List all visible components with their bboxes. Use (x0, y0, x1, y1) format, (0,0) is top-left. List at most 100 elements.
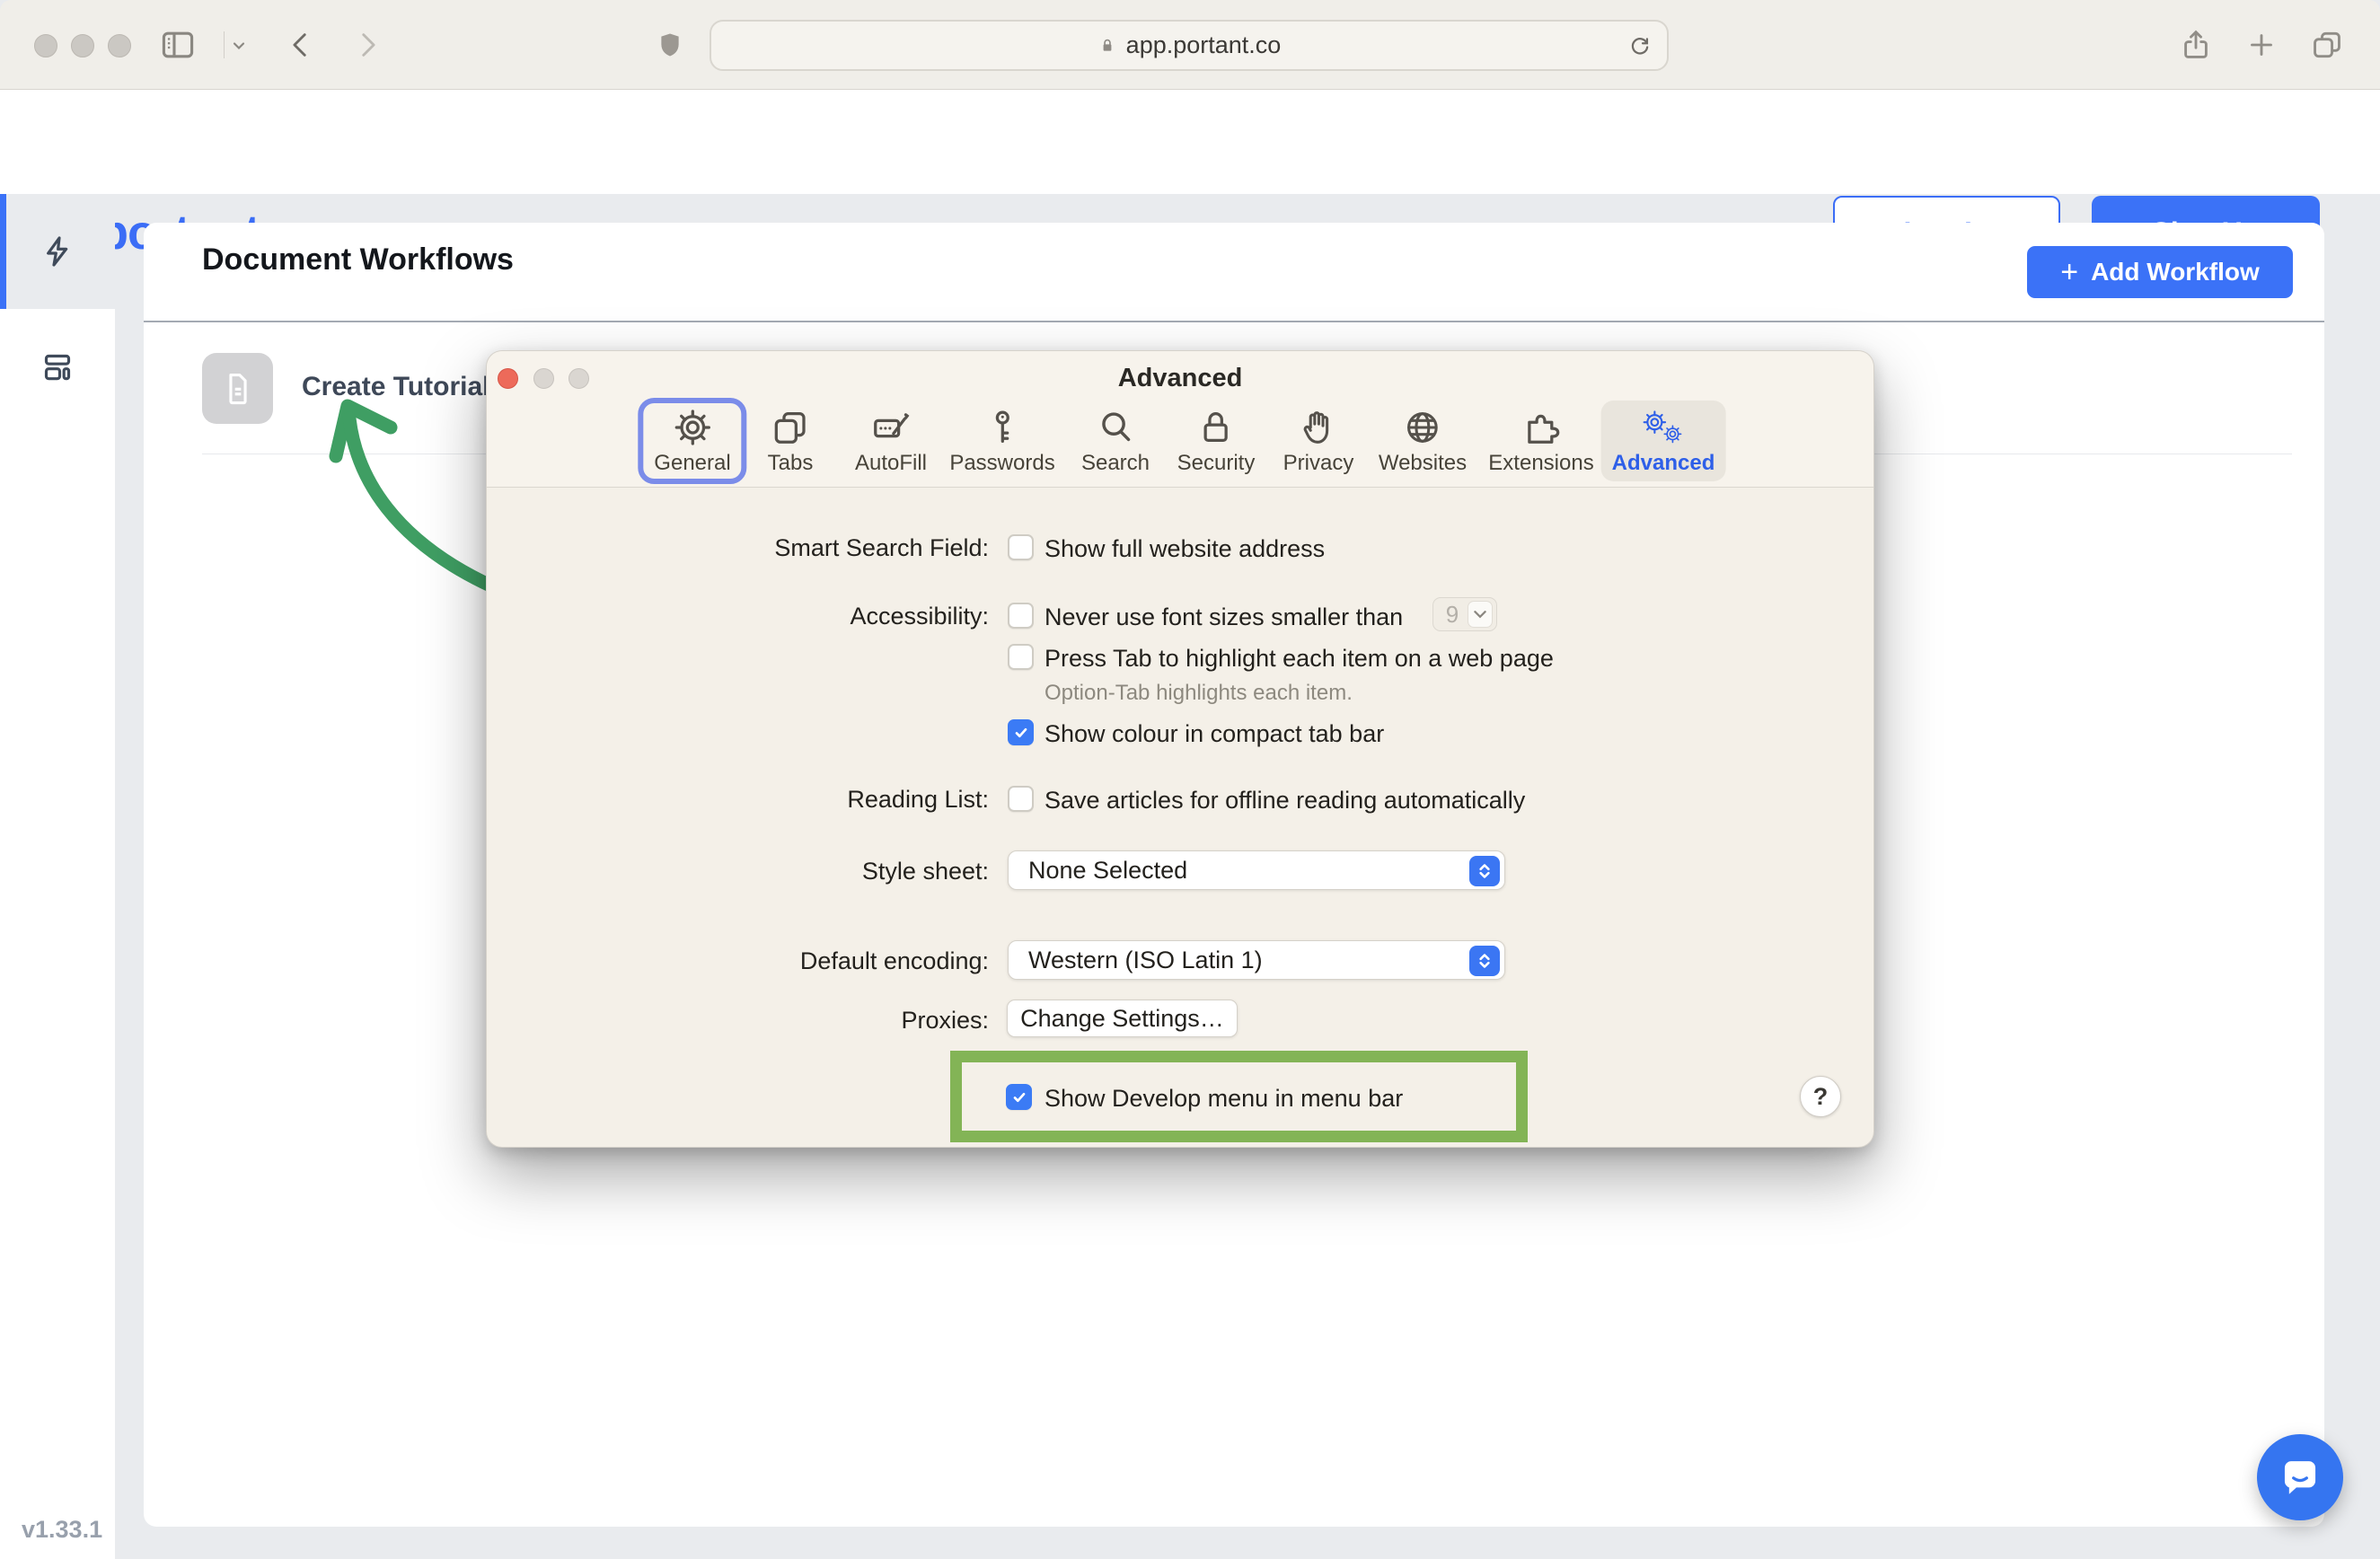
workflow-doc-icon (202, 353, 273, 424)
hand-icon (1298, 407, 1339, 448)
shield-icon[interactable] (655, 30, 685, 60)
gear-icon (672, 407, 713, 448)
check-icon (1012, 724, 1030, 742)
address-bar[interactable]: app.portant.co (710, 20, 1669, 71)
chat-widget-button[interactable] (2257, 1434, 2343, 1520)
tab-general-label: General (654, 451, 730, 476)
url-text: app.portant.co (1126, 31, 1282, 59)
help-button[interactable]: ? (1800, 1076, 1841, 1117)
page-title: Document Workflows (202, 242, 514, 277)
autofill-icon (870, 407, 912, 448)
document-icon (218, 369, 258, 409)
app-sidebar: v1.33.1 (0, 194, 115, 1559)
tab-websites[interactable]: Websites (1368, 398, 1477, 484)
tab-passwords-label: Passwords (949, 451, 1054, 476)
share-icon[interactable] (2179, 27, 2213, 63)
change-settings-label: Change Settings… (1020, 1005, 1224, 1033)
press-tab-checkbox[interactable] (1008, 644, 1034, 670)
reading-list-label: Reading List: (487, 784, 989, 815)
screenshot-root: app.portant.co (0, 0, 2380, 1559)
press-tab-label: Press Tab to highlight each item on a we… (1045, 643, 1554, 674)
puzzle-icon (1521, 407, 1562, 448)
advanced-gears-icon (1640, 407, 1687, 448)
tab-passwords[interactable]: Passwords (939, 398, 1065, 484)
default-encoding-value: Western (ISO Latin 1) (1028, 941, 1263, 979)
annotation-arrow (322, 393, 510, 600)
plus-icon: + (2060, 255, 2078, 290)
window-minimize-button[interactable] (71, 34, 94, 57)
chevron-down-icon[interactable] (230, 37, 248, 55)
select-caret-icon (1469, 856, 1500, 886)
dialog-titlebar: Advanced General Tabs (487, 351, 1873, 488)
window-zoom-button[interactable] (108, 34, 131, 57)
reload-icon[interactable] (1627, 34, 1653, 59)
style-sheet-value: None Selected (1028, 851, 1187, 889)
show-develop-menu-label: Show Develop menu in menu bar (1045, 1083, 1403, 1114)
default-encoding-label: Default encoding: (487, 946, 989, 976)
font-size-label: Never use font sizes smaller than (1045, 602, 1403, 632)
forward-icon[interactable] (352, 30, 383, 60)
chevron-down-icon (1468, 601, 1493, 628)
back-icon[interactable] (286, 30, 316, 60)
save-articles-checkbox[interactable] (1008, 786, 1034, 812)
tab-tabs-label: Tabs (768, 451, 814, 476)
add-workflow-button[interactable]: + Add Workflow (2027, 246, 2293, 298)
app-version: v1.33.1 (22, 1516, 102, 1544)
safari-preferences-dialog: Advanced General Tabs (486, 350, 1874, 1148)
globe-icon (1402, 407, 1443, 448)
change-settings-button[interactable]: Change Settings… (1007, 1000, 1238, 1037)
tab-general[interactable]: General (638, 398, 746, 484)
key-icon (982, 407, 1023, 448)
style-sheet-select[interactable]: None Selected (1008, 850, 1505, 890)
tab-advanced-label: Advanced (1612, 451, 1715, 476)
header-divider (144, 321, 2324, 322)
tab-security[interactable]: Security (1167, 398, 1266, 484)
default-encoding-select[interactable]: Western (ISO Latin 1) (1008, 940, 1505, 980)
tab-overview-icon[interactable] (2310, 28, 2344, 62)
help-label: ? (1813, 1083, 1829, 1111)
tab-autofill[interactable]: AutoFill (844, 398, 938, 484)
check-icon (1010, 1088, 1028, 1106)
proxies-label: Proxies: (487, 1005, 989, 1035)
sidebar-toggle-icon[interactable] (158, 25, 198, 65)
font-size-select[interactable]: 9 (1432, 597, 1497, 631)
tab-extensions-label: Extensions (1488, 451, 1593, 476)
accessibility-label: Accessibility: (487, 601, 989, 631)
search-icon (1095, 407, 1136, 448)
tab-websites-label: Websites (1379, 451, 1467, 476)
tab-privacy[interactable]: Privacy (1273, 398, 1365, 484)
new-tab-icon[interactable] (2245, 29, 2278, 61)
select-caret-icon (1469, 946, 1500, 976)
tab-search-label: Search (1081, 451, 1150, 476)
show-full-address-checkbox[interactable] (1008, 534, 1034, 560)
tab-advanced[interactable]: Advanced (1601, 401, 1726, 481)
show-colour-checkbox[interactable] (1008, 719, 1034, 745)
sidebar-item-workflows-active[interactable] (0, 194, 115, 309)
sidebar-item-templates[interactable] (40, 349, 75, 385)
window-close-button[interactable] (34, 34, 57, 57)
dialog-title: Advanced (487, 364, 1873, 393)
tab-autofill-label: AutoFill (855, 451, 927, 476)
font-size-value: 9 (1433, 598, 1471, 630)
site-header: portant Log In Sign Up (0, 90, 2380, 194)
add-workflow-label: Add Workflow (2091, 258, 2260, 286)
tab-privacy-label: Privacy (1283, 451, 1354, 476)
show-develop-menu-checkbox[interactable] (1006, 1084, 1032, 1110)
font-size-checkbox[interactable] (1008, 603, 1034, 629)
browser-toolbar: app.portant.co (0, 0, 2380, 90)
chat-bubble-icon (2277, 1454, 2323, 1501)
tab-tabs[interactable]: Tabs (757, 398, 824, 484)
tab-security-label: Security (1177, 451, 1256, 476)
toolbar-divider (224, 31, 225, 58)
show-colour-label: Show colour in compact tab bar (1045, 718, 1384, 749)
style-sheet-label: Style sheet: (487, 856, 989, 886)
lightning-icon (40, 233, 75, 269)
show-full-address-label: Show full website address (1045, 533, 1325, 564)
save-articles-label: Save articles for offline reading automa… (1045, 785, 1525, 815)
smart-search-field-label: Smart Search Field: (487, 533, 989, 563)
tab-extensions[interactable]: Extensions (1477, 398, 1604, 484)
lock-icon (1097, 35, 1117, 57)
active-indicator (0, 194, 6, 309)
option-tab-note: Option-Tab highlights each item. (1045, 680, 1353, 707)
tab-search[interactable]: Search (1071, 398, 1160, 484)
